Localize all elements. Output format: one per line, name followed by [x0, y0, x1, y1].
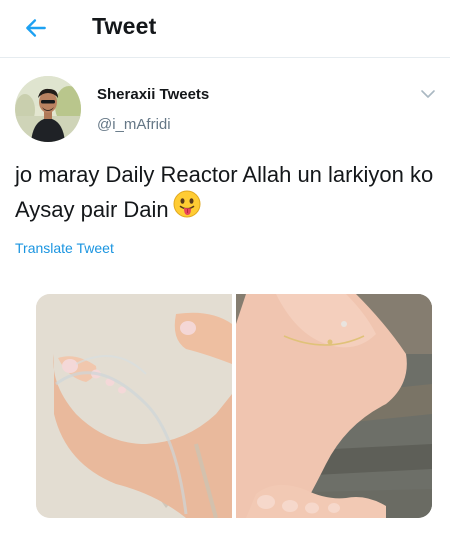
more-options-button[interactable] [416, 84, 440, 104]
face-with-tongue-emoji [173, 190, 201, 228]
tweet-body: jo maray Daily Reactor Allah un larkiyon… [15, 162, 434, 222]
author-handle: @i_mAfridi [97, 116, 171, 133]
author-display-name[interactable]: Sheraxii Tweets [97, 86, 209, 103]
sandal-feet-photo[interactable] [36, 294, 232, 518]
arrow-left-icon [26, 19, 46, 37]
back-button[interactable] [20, 12, 52, 44]
translate-tweet-link[interactable]: Translate Tweet [15, 240, 114, 256]
anklet-feet-photo[interactable] [236, 294, 432, 518]
avatar[interactable] [15, 76, 81, 142]
page-title: Tweet [92, 13, 157, 39]
tweet-text: jo maray Daily Reactor Allah un larkiyon… [15, 158, 435, 230]
media-grid [36, 294, 432, 518]
top-bar: Tweet [0, 0, 450, 58]
chevron-down-icon [421, 90, 435, 98]
